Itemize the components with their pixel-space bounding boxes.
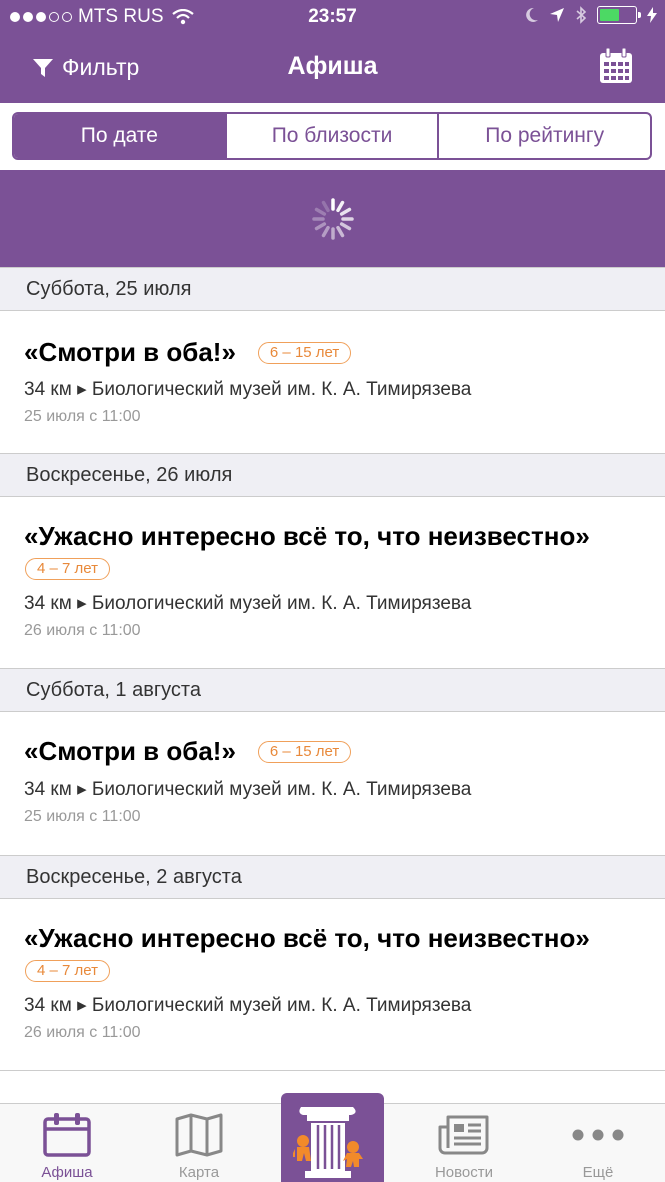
museum-column-icon (293, 1107, 363, 1178)
age-badge: 6 – 15 лет (257, 740, 352, 763)
event-row[interactable]: «Ужасно интересно всё то, что неизвестно… (0, 899, 665, 1070)
charging-icon (647, 7, 657, 23)
section-header: Воскресенье, 26 июля (0, 453, 665, 497)
age-badge: 4 – 7 лет (25, 960, 110, 982)
event-place: 34 км ▸ Биологический музей им. К. А. Ти… (24, 593, 472, 614)
tab-more-label: Ещё (582, 1164, 614, 1181)
age-badge: 6 – 15 лет (257, 341, 352, 364)
event-row[interactable]: «Смотри в оба!» 6 – 15 лет 34 км ▸ Биоло… (0, 311, 665, 453)
tab-news-label: Новости (434, 1164, 494, 1181)
sort-segmented-control: По дате По близости По рейтингу (12, 112, 652, 160)
status-bar: MTS RUS 23:57 (0, 0, 665, 34)
more-icon (572, 1129, 624, 1141)
bluetooth-icon (576, 6, 587, 24)
calendar-tab-icon (43, 1113, 91, 1157)
event-title: «Смотри в оба!» (24, 337, 236, 367)
nav-bar: Фильтр Афиша (0, 34, 665, 103)
age-badge: 4 – 7 лет (25, 558, 110, 580)
event-place: 34 км ▸ Биологический музей им. К. А. Ти… (24, 379, 472, 400)
news-icon (438, 1115, 489, 1155)
event-place: 34 км ▸ Биологический музей им. К. А. Ти… (24, 995, 472, 1016)
event-title: «Смотри в оба!» (24, 736, 236, 766)
museum-center-button[interactable] (281, 1093, 384, 1182)
calendar-icon[interactable] (599, 48, 633, 84)
battery-icon (597, 6, 641, 24)
spinner-icon (312, 198, 354, 240)
refresh-area (0, 170, 665, 267)
event-time: 26 июля с 11:00 (24, 622, 141, 639)
segment-by-distance[interactable]: По близости (224, 114, 438, 158)
event-title: «Ужасно интересно всё то, что неизвестно… (24, 923, 590, 953)
section-header: Суббота, 1 августа (0, 668, 665, 712)
event-time: 25 июля с 11:00 (24, 808, 141, 825)
location-arrow-icon (550, 8, 564, 22)
event-row[interactable]: «Ужасно интересно всё то, что неизвестно… (0, 497, 665, 668)
event-place: 34 км ▸ Биологический музей им. К. А. Ти… (24, 779, 472, 800)
section-header: Воскресенье, 2 августа (0, 855, 665, 899)
section-header: Суббота, 25 июля (0, 267, 665, 311)
map-icon (175, 1113, 223, 1157)
segment-by-rating[interactable]: По рейтингу (437, 114, 650, 158)
events-list: Суббота, 25 июля «Смотри в оба!» 6 – 15 … (0, 267, 665, 1071)
tab-afisha-label: Афиша (41, 1164, 93, 1181)
event-time: 26 июля с 11:00 (24, 1024, 141, 1041)
page-title: Афиша (287, 52, 378, 80)
moon-icon (526, 7, 538, 22)
tab-map-label: Карта (178, 1164, 220, 1181)
event-time: 25 июля с 11:00 (24, 408, 141, 425)
event-row[interactable]: «Смотри в оба!» 6 – 15 лет 34 км ▸ Биоло… (0, 712, 665, 855)
segment-by-date[interactable]: По дате (14, 114, 225, 158)
header: MTS RUS 23:57 Фильтр Афиша (0, 0, 665, 103)
event-title: «Ужасно интересно всё то, что неизвестно… (24, 521, 590, 551)
